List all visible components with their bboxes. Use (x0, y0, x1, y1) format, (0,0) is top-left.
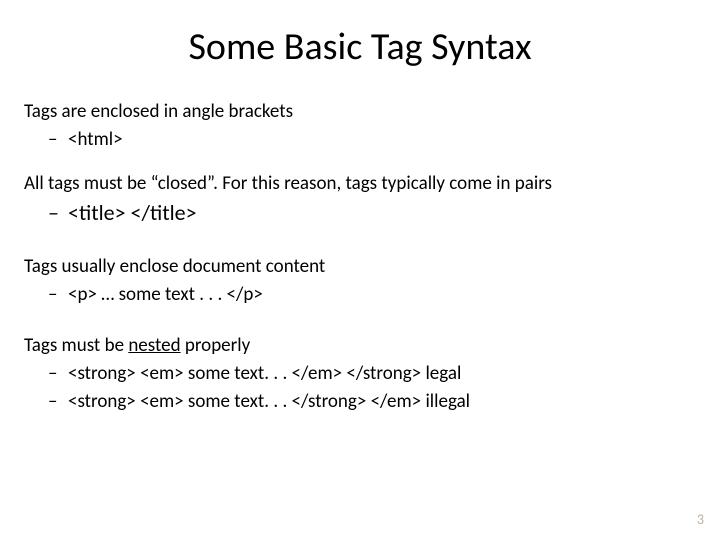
bullet-item: <p> … some text . . . </p> (24, 283, 696, 307)
section-lead: Tags are enclosed in angle brackets (24, 100, 696, 124)
section-enclose-content: Tags usually enclose document content <p… (24, 255, 696, 307)
slide: Some Basic Tag Syntax Tags are enclosed … (0, 0, 720, 540)
slide-body: Tags are enclosed in angle brackets <htm… (24, 100, 696, 414)
bullet-item: <html> (24, 128, 696, 152)
bullet-item-legal: <strong> <em> some text. . . </em> </str… (24, 362, 696, 386)
bullet-item: <title> </title> (24, 199, 696, 227)
section-nested: Tags must be nested properly <strong> <e… (24, 334, 696, 413)
section-lead: All tags must be “closed”. For this reas… (24, 172, 696, 196)
lead-text-post: properly (181, 334, 251, 357)
lead-text-underlined: nested (128, 334, 180, 357)
slide-title: Some Basic Tag Syntax (24, 24, 696, 70)
section-lead: Tags usually enclose document content (24, 255, 696, 279)
lead-text-pre: Tags must be (24, 334, 128, 357)
section-angle-brackets: Tags are enclosed in angle brackets <htm… (24, 100, 696, 152)
section-lead: Tags must be nested properly (24, 334, 696, 358)
page-number: 3 (697, 511, 704, 528)
bullet-item-illegal: <strong> <em> some text. . . </strong> <… (24, 390, 696, 414)
section-closed-tags: All tags must be “closed”. For this reas… (24, 172, 696, 227)
